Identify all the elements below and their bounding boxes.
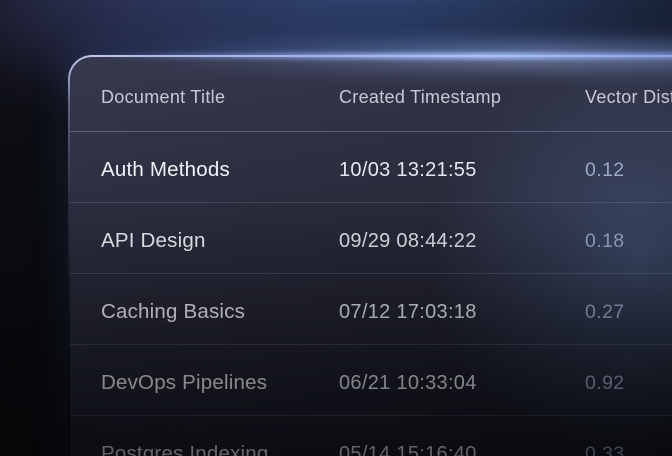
document-title-cell: DevOps Pipelines (101, 371, 339, 395)
vector-distance-cell: 0.33 (585, 443, 672, 456)
table-row[interactable]: DevOps Pipelines 06/21 10:33:04 0.92 (70, 345, 672, 416)
created-timestamp-cell: 05/14 15:16:40 (339, 443, 585, 456)
created-timestamp-cell: 10/03 13:21:55 (339, 159, 585, 182)
document-title-cell: Auth Methods (101, 158, 339, 182)
created-timestamp-cell: 09/29 08:44:22 (339, 230, 585, 253)
document-title-cell: API Design (101, 229, 339, 253)
column-header-vector-distance: Vector Distance (585, 87, 672, 108)
vector-distance-cell: 0.27 (585, 301, 672, 324)
document-title-cell: Caching Basics (101, 300, 339, 324)
table-row[interactable]: Caching Basics 07/12 17:03:18 0.27 (70, 274, 672, 345)
table-row[interactable]: API Design 09/29 08:44:22 0.18 (70, 203, 672, 274)
created-timestamp-cell: 07/12 17:03:18 (339, 301, 585, 324)
table-header-row: Document Title Created Timestamp Vector … (70, 57, 672, 132)
vector-distance-cell: 0.18 (585, 230, 672, 253)
table-row[interactable]: Auth Methods 10/03 13:21:55 0.12 (70, 132, 672, 203)
table-row[interactable]: Postgres Indexing 05/14 15:16:40 0.33 (70, 416, 672, 456)
vector-distance-cell: 0.12 (585, 159, 672, 182)
document-title-cell: Postgres Indexing (101, 442, 339, 456)
column-header-created-timestamp: Created Timestamp (339, 87, 585, 108)
page-background: Document Title Created Timestamp Vector … (0, 0, 672, 456)
column-header-document-title: Document Title (101, 87, 339, 108)
created-timestamp-cell: 06/21 10:33:04 (339, 372, 585, 395)
vector-distance-cell: 0.92 (585, 372, 672, 395)
documents-table-panel: Document Title Created Timestamp Vector … (68, 55, 672, 456)
documents-table: Document Title Created Timestamp Vector … (70, 57, 672, 456)
